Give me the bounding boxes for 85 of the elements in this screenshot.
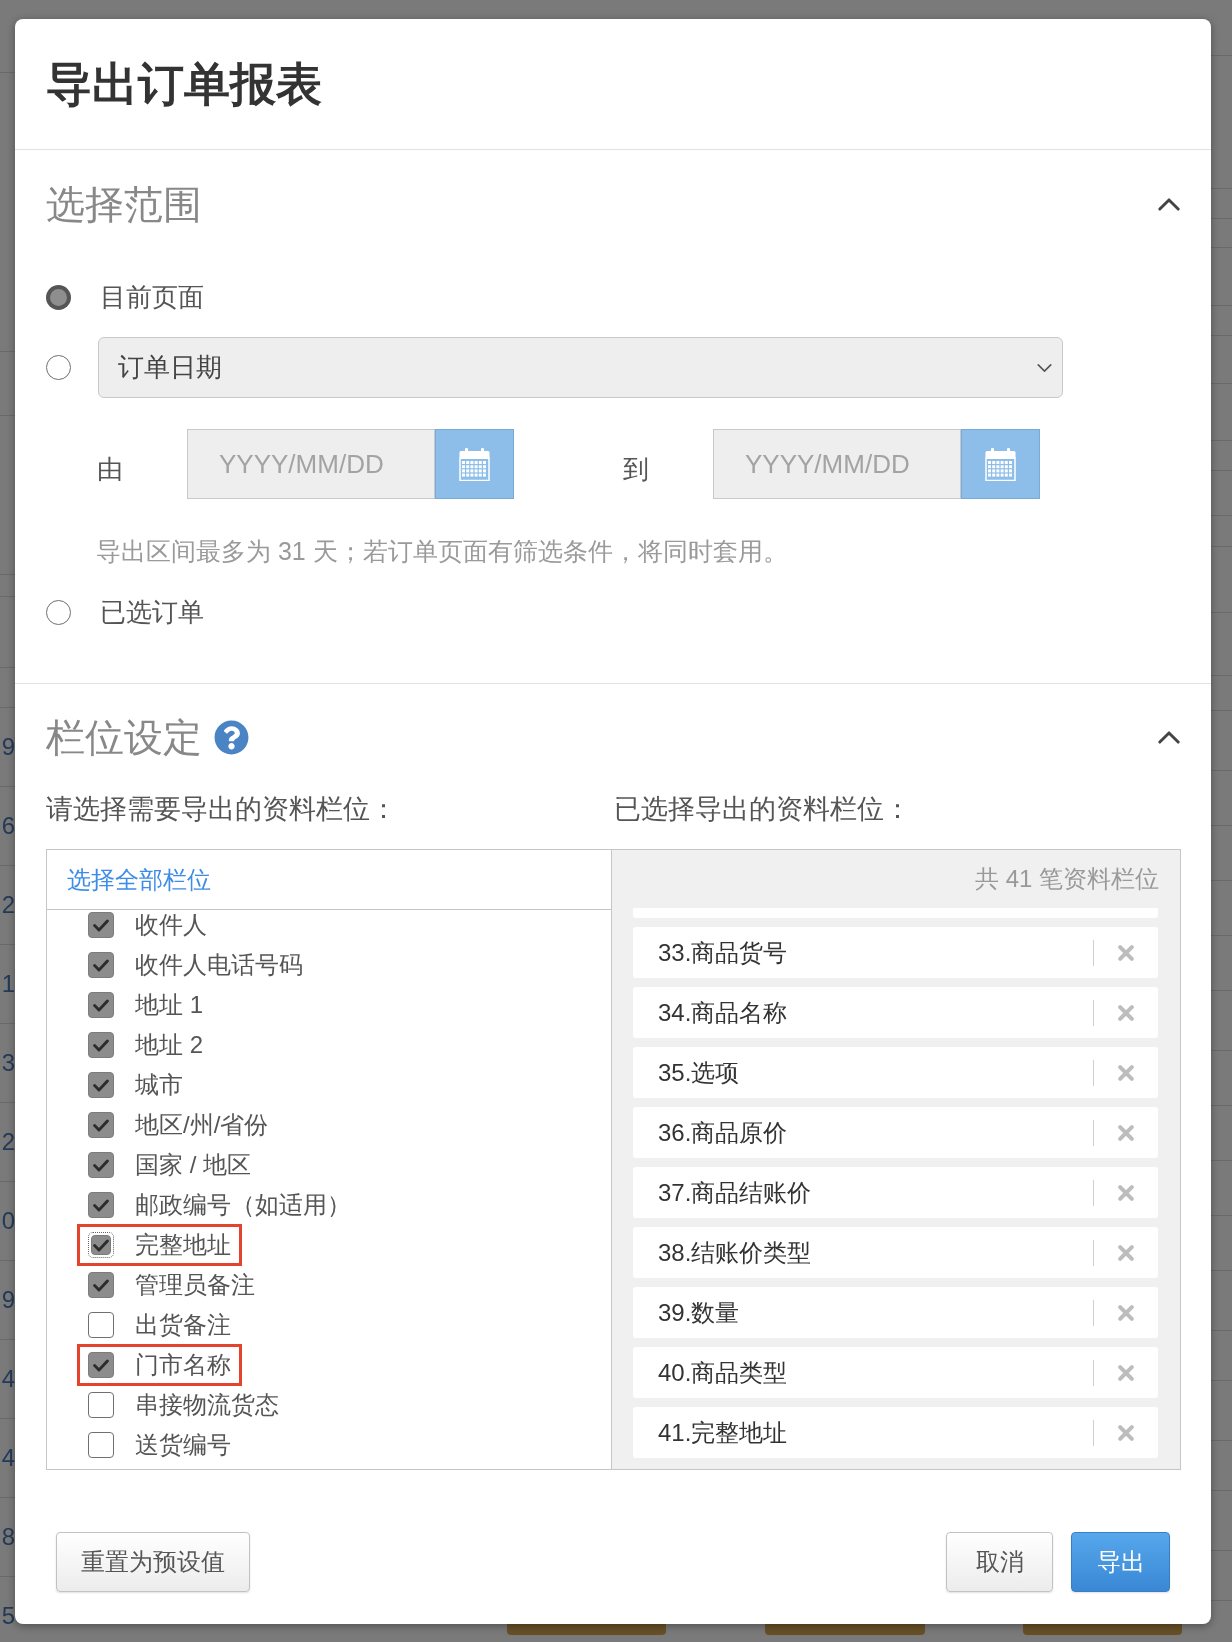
checkbox-label: 国家 / 地区: [135, 1153, 251, 1177]
checkbox[interactable]: [88, 1072, 114, 1098]
date-field-label: 由: [97, 453, 124, 482]
checkbox[interactable]: [88, 1352, 114, 1378]
checkbox[interactable]: [88, 1272, 114, 1298]
checkbox-label: 邮政编号（如适用）: [135, 1193, 351, 1217]
dialog-title: 导出订单报表: [46, 61, 322, 107]
radio-button[interactable]: [46, 599, 71, 625]
checkbox-label: 收件人: [135, 913, 207, 937]
checkbox[interactable]: [88, 1192, 114, 1218]
checkbox-label: 完整地址: [135, 1233, 231, 1257]
checkbox-label: 管理员备注: [135, 1273, 255, 1297]
background-text: 6: [1, 814, 15, 838]
cancel-button[interactable]: 取消: [946, 1532, 1053, 1592]
field-name: 38.结账价类型: [658, 1240, 813, 1265]
check-icon: [93, 958, 109, 972]
check-icon: [93, 1278, 109, 1292]
calendar-icon: [985, 447, 1016, 481]
background-text: 9: [1, 735, 15, 759]
checkbox-label: 地址 2: [135, 1033, 203, 1057]
calendar-icon: [459, 447, 490, 481]
checkbox-label: 送货编号: [135, 1433, 231, 1457]
background-text: 2: [1, 1130, 15, 1154]
check-icon: [93, 1118, 109, 1132]
radio-button[interactable]: [46, 355, 71, 380]
date-type-dropdown[interactable]: 订单日期: [98, 337, 1063, 398]
background-text: 9: [1, 1288, 15, 1312]
background-text: 3: [1, 1051, 15, 1075]
check-icon: [93, 1238, 109, 1252]
check-icon: [93, 918, 109, 932]
background-text: 4: [1, 1446, 15, 1470]
background-text: 4: [1, 1367, 15, 1391]
radio-button[interactable]: [46, 284, 71, 310]
checkbox[interactable]: [88, 992, 114, 1018]
reset-button[interactable]: 重置为预设值: [56, 1532, 250, 1592]
date-field-label: 到: [623, 453, 650, 482]
checkbox[interactable]: [88, 1232, 114, 1258]
field-name: 37.商品结账价: [658, 1180, 813, 1205]
field-name: 33.商品货号: [658, 940, 789, 965]
field-name: 34.商品名称: [658, 1000, 789, 1025]
help-icon[interactable]: [214, 719, 249, 755]
chevron-up-icon[interactable]: [1158, 197, 1180, 211]
checkbox[interactable]: [88, 1032, 114, 1058]
section-title: 选择范围: [46, 184, 202, 224]
list-heading: 请选择需要导出的资料栏位：: [46, 795, 398, 823]
background-text: 0: [1, 1209, 15, 1233]
background-text: 8: [1, 1525, 15, 1549]
checkbox[interactable]: [88, 1392, 114, 1418]
field-name: 40.商品类型: [658, 1360, 789, 1385]
check-icon: [93, 1358, 109, 1372]
checkbox[interactable]: [88, 912, 114, 938]
start-date-field[interactable]: YYYY/MM/DD: [187, 429, 435, 499]
field-name: 39.数量: [658, 1300, 741, 1325]
checkbox[interactable]: [88, 1312, 114, 1338]
radio-label[interactable]: 目前页面: [100, 284, 204, 310]
checkbox-label: 地址 1: [135, 993, 203, 1017]
chevron-up-icon[interactable]: [1158, 730, 1180, 744]
background-text: 1: [1, 972, 15, 996]
check-icon: [93, 1198, 109, 1212]
radio-label[interactable]: 已选订单: [100, 599, 204, 625]
check-icon: [93, 998, 109, 1012]
checkbox[interactable]: [88, 1112, 114, 1138]
checkbox[interactable]: [88, 952, 114, 978]
check-icon: [93, 1038, 109, 1052]
background-text: 5: [1, 1604, 15, 1628]
check-icon: [93, 1078, 109, 1092]
checkbox-label: 城市: [135, 1073, 183, 1097]
checkbox-label: 收件人电话号码: [135, 953, 303, 977]
checkbox[interactable]: [88, 1432, 114, 1458]
check-icon: [93, 1158, 109, 1172]
background-text: 2: [1, 893, 15, 917]
list-heading: 已选择导出的资料栏位：: [613, 795, 912, 823]
checkbox-label: 地区/州/省份: [135, 1113, 269, 1137]
chevron-down-icon: [1037, 363, 1052, 372]
field-name: 35.选项: [658, 1060, 741, 1085]
field-name: 36.商品原价: [658, 1120, 789, 1145]
end-date-field[interactable]: YYYY/MM/DD: [713, 429, 961, 499]
checkbox-label: 串接物流货态: [135, 1393, 279, 1417]
date-range-hint: 导出区间最多为 31 天；若订单页面有筛选条件，将同时套用。: [96, 538, 788, 564]
field-name: 41.完整地址: [658, 1420, 789, 1445]
checkbox-label: 门市名称: [135, 1353, 231, 1377]
field-count: 共 41 笔资料栏位: [974, 867, 1159, 891]
checkbox[interactable]: [88, 1152, 114, 1178]
checkbox-label: 出货备注: [135, 1313, 231, 1337]
section-title: 栏位设定: [46, 717, 202, 757]
